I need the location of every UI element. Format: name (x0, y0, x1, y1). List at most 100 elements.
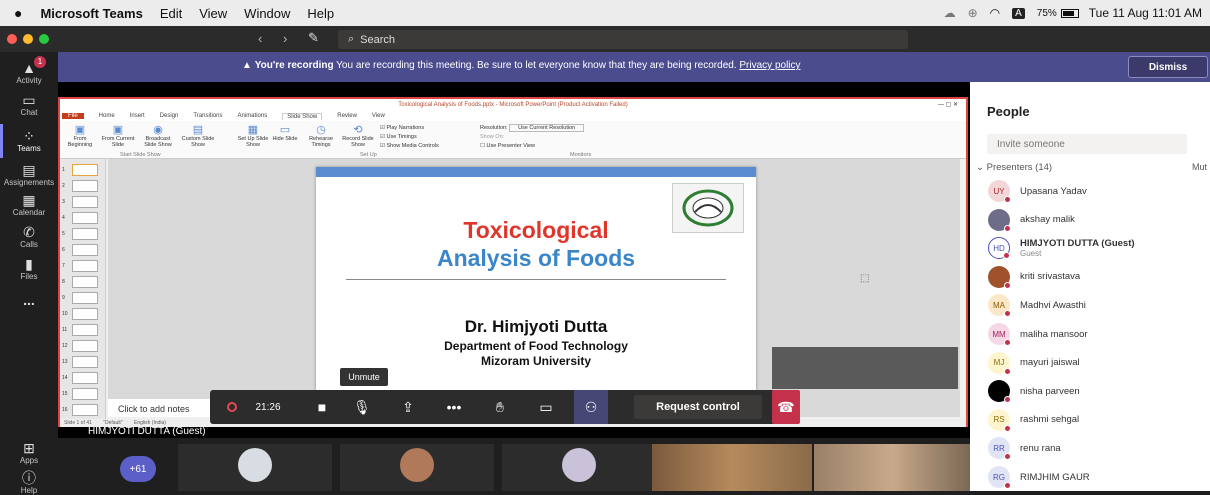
checkbox-presenter-view[interactable]: ☐ Use Presenter View (480, 142, 584, 151)
mute-all-link[interactable]: Mut (1192, 162, 1207, 172)
back-arrow-icon[interactable]: ‹ (258, 31, 262, 46)
ribbon-rehearse[interactable]: ◷ Rehearse Timings (304, 123, 338, 148)
forward-arrow-icon[interactable]: › (283, 31, 287, 46)
participant-tile[interactable] (502, 444, 656, 491)
window-minimize-button[interactable] (23, 34, 33, 44)
wifi-icon[interactable]: ◠ (990, 6, 1000, 20)
raise-hand-button[interactable]: ✋︎ (486, 390, 514, 424)
participant-video[interactable] (652, 444, 812, 491)
ppt-tab-file[interactable]: File (62, 113, 84, 119)
chat-button[interactable]: ▭ (532, 390, 560, 424)
slide-thumbnail[interactable]: 6 (62, 243, 102, 257)
ribbon-record[interactable]: ⟲ Record Slide Show (340, 123, 376, 148)
checkbox-use-timings[interactable]: ☑ Use Timings (380, 133, 439, 142)
ppt-tab-review[interactable]: Review (337, 113, 357, 119)
people-list-item[interactable]: HD HIMJYOTI DUTTA (Guest) Guest (988, 237, 1135, 260)
people-list-item[interactable]: kriti srivastava (988, 265, 1080, 289)
slide-thumbnail[interactable]: 4 (62, 211, 102, 225)
menu-app-name[interactable]: Microsoft Teams (40, 6, 142, 21)
window-close-button[interactable] (7, 34, 17, 44)
camera-button[interactable]: ■ (308, 390, 336, 424)
vpn-icon[interactable]: ⊕ (968, 6, 978, 20)
people-list-item[interactable]: akshay malik (988, 208, 1075, 232)
people-list-item[interactable]: RG RIMJHIM GAUR (988, 466, 1090, 489)
apple-icon[interactable]: ● (14, 5, 22, 21)
people-list-item[interactable]: MJ mayuri jaiswal (988, 351, 1080, 375)
participants-button[interactable]: ⚇ (574, 390, 608, 424)
people-list-item[interactable]: nisha parveen (988, 380, 1080, 404)
people-list-item[interactable]: RR renu rana (988, 437, 1061, 461)
overflow-participants-badge[interactable]: +61 (120, 456, 156, 482)
people-list-item[interactable]: MA Madhvi Awasthi (988, 294, 1086, 318)
cloud-icon[interactable]: ☁ (944, 6, 956, 20)
slide-thumbnail[interactable]: 16 (62, 403, 102, 417)
menu-view[interactable]: View (199, 6, 227, 21)
ribbon-from-current[interactable]: ▣ From Current Slide (100, 123, 136, 148)
rail-calls[interactable]: ✆ Calls (0, 224, 58, 249)
rail-chat[interactable]: ▭ Chat (0, 92, 58, 117)
slide-thumbnail[interactable]: 9 (62, 291, 102, 305)
show-on-dropdown[interactable]: Show On: (480, 133, 584, 142)
rail-activity[interactable]: ▲ 1 Activity (0, 56, 58, 85)
rail-apps[interactable]: ⊞ Apps (0, 440, 58, 465)
participant-video[interactable] (814, 444, 970, 491)
hang-up-button[interactable]: ☎ (772, 390, 800, 424)
participant-tile[interactable] (340, 444, 494, 491)
share-button[interactable]: ⇪ (394, 390, 422, 424)
menu-edit[interactable]: Edit (160, 6, 182, 21)
rail-help[interactable]: ⓘ Help (0, 470, 58, 495)
invite-input[interactable]: Invite someone (987, 134, 1187, 154)
ppt-tab-home[interactable]: Home (99, 113, 115, 119)
search-box[interactable]: ⌕ Search (338, 30, 908, 49)
slide-thumbnail[interactable]: 5 (62, 227, 102, 241)
ppt-tab-transitions[interactable]: Transitions (193, 113, 222, 119)
ppt-tab-design[interactable]: Design (160, 113, 179, 119)
slide-thumbnail[interactable]: 7 (62, 259, 102, 273)
slide-thumbnail[interactable]: 2 (62, 179, 102, 193)
ppt-tab-view[interactable]: View (372, 113, 385, 119)
slide-thumbnail[interactable]: 11 (62, 323, 102, 337)
rail-more[interactable]: ... (0, 292, 58, 308)
ppt-window-controls[interactable]: — ▢ ✕ (938, 99, 958, 111)
slide-thumbnail[interactable]: 10 (62, 307, 102, 321)
ribbon-from-beginning[interactable]: ▣ From Beginning (64, 123, 96, 148)
slide-thumbnail[interactable]: 14 (62, 371, 102, 385)
checkbox-show-media[interactable]: ☑ Show Media Controls (380, 142, 439, 151)
ppt-tab-animations[interactable]: Animations (238, 113, 268, 119)
rail-teams[interactable]: ⁘ Teams (0, 124, 58, 158)
slide-thumbnail[interactable]: 3 (62, 195, 102, 209)
presenters-section-header[interactable]: ⌄ Presenters (14) (976, 162, 1052, 173)
ppt-tab-insert[interactable]: Insert (130, 113, 145, 119)
checkbox-play-narrations[interactable]: ☑ Play Narrations (380, 124, 439, 133)
more-actions-button[interactable]: ••• (440, 390, 468, 424)
slide-thumbnail[interactable]: 15 (62, 387, 102, 401)
ribbon-broadcast[interactable]: ◉ Broadcast Slide Show (140, 123, 176, 148)
ribbon-custom[interactable]: ▤ Custom Slide Show (180, 123, 216, 148)
compose-icon[interactable]: ✎ (308, 30, 319, 46)
dismiss-button[interactable]: Dismiss (1128, 56, 1208, 78)
participant-tile[interactable] (178, 444, 332, 491)
ppt-tab-slideshow[interactable]: Slide Show (282, 112, 323, 120)
people-list-item[interactable]: MM maliha mansoor (988, 323, 1088, 346)
menu-help[interactable]: Help (307, 6, 334, 21)
menu-window[interactable]: Window (244, 6, 290, 21)
people-list-item[interactable]: UY Upasana Yadav (988, 180, 1087, 203)
clock[interactable]: Tue 11 Aug 11:01 AM (1089, 6, 1202, 20)
resolution-dropdown[interactable]: Resolution: Use Current Resolution (480, 124, 585, 133)
rail-files[interactable]: ▮ Files (0, 256, 58, 281)
mic-button[interactable]: 🎙︎ (348, 390, 376, 424)
slide-thumbnail[interactable]: 8 (62, 275, 102, 289)
ribbon-set-up[interactable]: ▦ Set Up Slide Show (236, 123, 270, 148)
privacy-policy-link[interactable]: Privacy policy (739, 60, 800, 71)
window-zoom-button[interactable] (39, 34, 49, 44)
people-list-item[interactable]: RS rashmi sehgal (988, 408, 1079, 432)
ribbon-hide-slide[interactable]: ▭ Hide Slide (272, 123, 298, 142)
slide-thumbnail[interactable]: 13 (62, 355, 102, 369)
request-control-button[interactable]: Request control (634, 395, 762, 419)
slide-thumbnail[interactable]: 1 (62, 163, 102, 177)
rail-calendar[interactable]: ▦ Calendar (0, 192, 58, 217)
slide-thumbnail[interactable]: 12 (62, 339, 102, 353)
rail-assignments[interactable]: ▤ Assignements (0, 162, 58, 187)
battery-icon[interactable] (1060, 8, 1079, 18)
input-source-icon[interactable]: A (1012, 7, 1025, 19)
